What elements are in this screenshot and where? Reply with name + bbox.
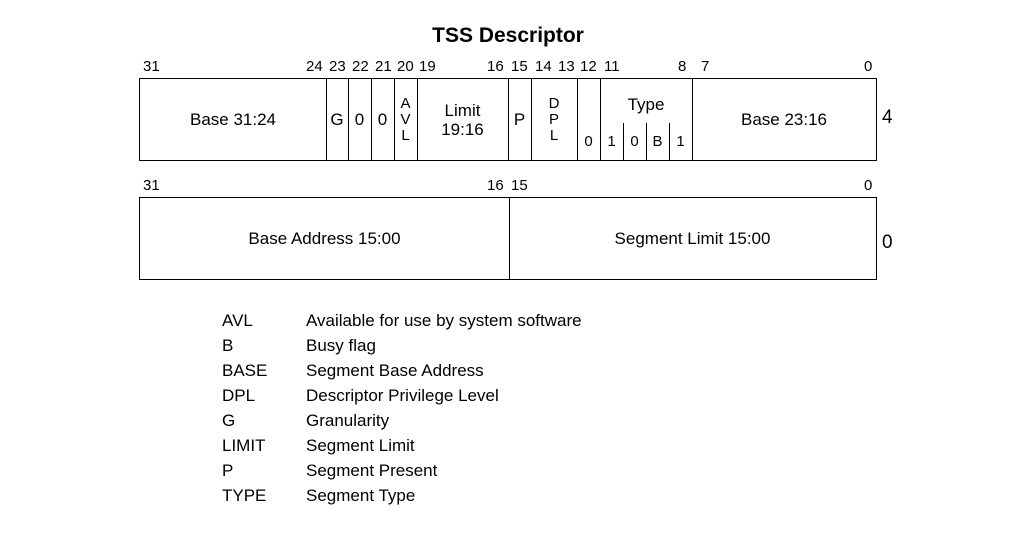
type-bit: 0 [630,133,639,150]
field-limit-line: 19:16 [441,119,484,139]
bit-number: 11 [604,58,620,75]
field-type-label: Type [627,95,665,114]
bit-number: 24 [306,58,323,75]
legend-abbr: P [222,461,234,480]
legend-desc: Segment Present [306,461,438,480]
bit-number: 21 [375,58,392,75]
field-dpl-letter: D [548,94,560,112]
bit-number: 20 [397,58,414,75]
field-base-31-24: Base 31:24 [189,109,276,129]
bit-number: 23 [329,58,346,75]
descriptor-low-dword: Base Address 15:00 Segment Limit 15:00 [139,197,877,280]
legend-desc: Available for use by system software [306,311,582,330]
field-avl-letter: V [400,110,411,128]
legend-desc: Segment Type [306,486,416,505]
field-avl: A V L [394,79,417,160]
bit-number: 12 [580,58,597,75]
legend-abbr: TYPE [222,486,267,505]
field-segment-limit-15-00: Segment Limit 15:00 [614,228,771,248]
legend-desc: Segment Limit [306,436,415,455]
bit-number: 31 [143,58,160,75]
legend-desc: Busy flag [306,336,376,355]
legend-abbr: BASE [222,361,268,380]
legend-desc: Granularity [306,411,390,430]
diagram-title: TSS Descriptor [432,24,584,47]
bit-number: 22 [352,58,369,75]
field-type: Type 1 0 B 1 [600,79,692,160]
field-limit-line: Limit [444,100,481,120]
field-bit22-zero: 0 [354,109,365,129]
type-bit: 1 [676,133,685,150]
legend-abbr: DPL [222,386,256,405]
bit-number: 8 [678,58,687,75]
bit-number: 15 [511,177,528,194]
bit-number: 13 [558,58,575,75]
field-dpl-letter: P [548,110,559,128]
field-bit21-zero: 0 [377,109,388,129]
field-bit12-zero: 0 [584,133,593,150]
field-base-address-15-00: Base Address 15:00 [248,228,401,248]
type-bit-busy: B [652,133,663,150]
legend-abbr: LIMIT [222,436,266,455]
legend-desc: Descriptor Privilege Level [306,386,499,405]
bit-number: 16 [487,177,504,194]
field-g: G [330,109,344,129]
bit-number: 0 [864,58,873,75]
field-avl-letter: L [401,126,410,144]
type-bit: 1 [607,133,616,150]
field-dpl: D P L [531,79,577,160]
legend-desc: Segment Base Address [306,361,484,380]
legend-abbr: B [222,336,234,355]
descriptor-high-dword: Base 31:24 G 0 0 A V L Limit 19:16 P D P… [139,78,877,161]
legend-abbr: AVL [222,311,253,330]
row-offset-label: 4 [882,107,893,128]
bit-number: 16 [487,58,504,75]
field-p: P [513,109,526,129]
bit-number: 0 [864,177,873,194]
bit-number: 15 [511,58,528,75]
field-limit-19-16: Limit 19:16 [417,79,508,160]
bit-number: 7 [701,58,710,75]
field-base-23-16: Base 23:16 [740,109,827,129]
row-offset-label: 0 [882,232,893,253]
bit-number: 31 [143,177,160,194]
bit-number: 19 [419,58,436,75]
field-dpl-letter: L [549,126,559,144]
legend-abbr: G [222,411,236,430]
bit-number: 14 [535,58,552,75]
field-avl-letter: A [400,94,411,112]
